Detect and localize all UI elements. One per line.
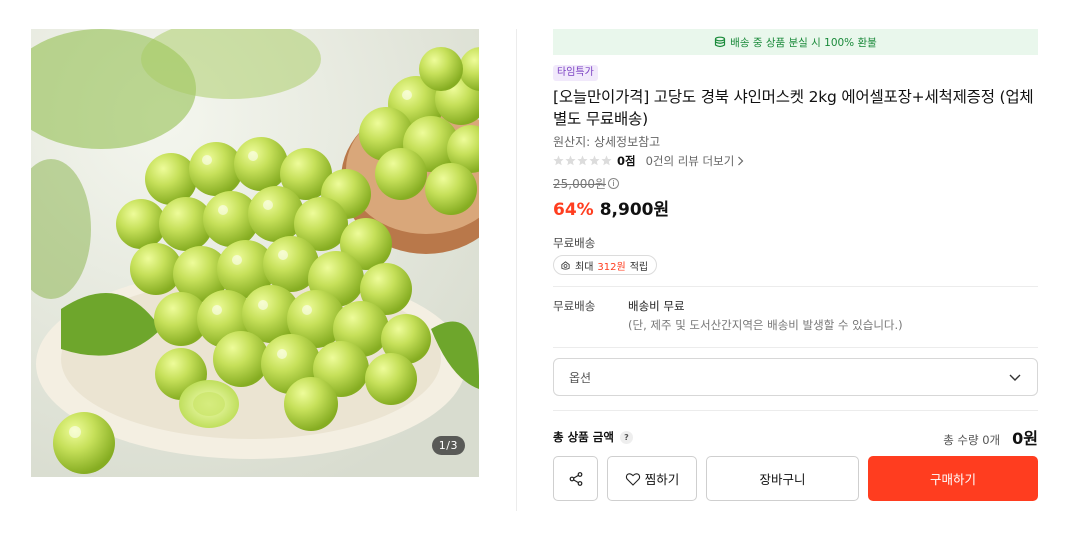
heart-icon xyxy=(625,472,640,486)
option-select-label: 옵션 xyxy=(569,370,592,385)
free-shipping-label: 무료배송 xyxy=(553,236,596,250)
info-icon[interactable]: i xyxy=(608,178,620,189)
option-select[interactable]: 옵션 xyxy=(553,358,1038,396)
points-suffix: 적립 xyxy=(629,261,649,273)
rating-row: 0점 0건의 리뷰 더보기 xyxy=(553,152,1038,169)
rating-stars xyxy=(553,155,612,166)
wishlist-button-label: 찜하기 xyxy=(644,472,680,487)
rating-score: 0점 xyxy=(617,153,636,168)
product-title: [오늘만이가격] 고당도 경북 샤인머스켓 2kg 에어셀포장+세척제증정 (업… xyxy=(553,88,1034,128)
price-row: 64% 8,900원 xyxy=(553,195,1038,220)
shipping-note: (단, 제주 및 도서산간지역은 배송비 발생할 수 있습니다.) xyxy=(628,318,903,332)
share-button[interactable] xyxy=(553,456,598,501)
shipping-fee: 배송비 무료 xyxy=(628,299,685,313)
shipping-detail-label: 무료배송 xyxy=(553,299,596,313)
star-icon xyxy=(601,155,612,166)
total-amount: 0원 xyxy=(1012,429,1038,448)
star-icon xyxy=(553,155,564,166)
total-label: 총 상품 금액 xyxy=(553,430,614,444)
refund-banner: 배송 중 상품 분실 시 100% 환불 xyxy=(553,29,1038,55)
total-quantity: 총 수량 0개 xyxy=(943,433,1001,447)
buy-button[interactable]: 구매하기 xyxy=(868,456,1038,501)
reviews-link[interactable]: 0건의 리뷰 더보기 xyxy=(646,153,745,169)
product-origin: 원산지: 상세정보참고 xyxy=(553,135,661,149)
grapes-photo xyxy=(31,29,479,477)
points-prefix: 최대 xyxy=(575,261,594,273)
refund-banner-text: 배송 중 상품 분실 시 100% 환불 xyxy=(730,36,877,49)
star-icon xyxy=(589,155,600,166)
original-price: 25,000원 xyxy=(553,177,607,191)
time-sale-badge: 타임특가 xyxy=(553,65,598,81)
chevron-right-icon xyxy=(738,156,744,165)
divider xyxy=(553,347,1038,348)
points-badge: 최대 312원 적립 xyxy=(553,255,658,275)
action-buttons: 찜하기 장바구니 구매하기 xyxy=(553,456,1038,501)
cart-button[interactable]: 장바구니 xyxy=(706,456,859,501)
image-counter: 1/3 xyxy=(431,436,465,455)
star-icon xyxy=(577,155,588,166)
column-divider xyxy=(516,29,517,511)
product-info: 배송 중 상품 분실 시 100% 환불 타임특가 [오늘만이가격] 고당도 경… xyxy=(553,29,1038,501)
product-image[interactable]: 1/3 xyxy=(31,29,479,477)
discount-rate: 64% xyxy=(553,200,594,220)
coin-icon xyxy=(561,260,570,270)
divider xyxy=(553,410,1038,411)
share-icon xyxy=(569,471,582,486)
star-icon xyxy=(565,155,576,166)
chevron-down-icon xyxy=(1009,374,1021,381)
sale-price: 8,900원 xyxy=(599,200,670,220)
help-icon[interactable]: ? xyxy=(619,430,633,444)
shield-icon xyxy=(715,36,726,48)
wishlist-button[interactable]: 찜하기 xyxy=(607,456,697,501)
original-price-row: 25,000원 i xyxy=(553,175,1038,192)
reviews-link-label: 0건의 리뷰 더보기 xyxy=(645,153,735,168)
shipping-detail: 무료배송 배송비 무료 (단, 제주 및 도서산간지역은 배송비 발생할 수 있… xyxy=(553,287,1038,347)
total-row: 총 상품 금액 ? 총 수량 0개 0원 xyxy=(553,426,1038,448)
points-amount: 312원 xyxy=(597,261,626,273)
